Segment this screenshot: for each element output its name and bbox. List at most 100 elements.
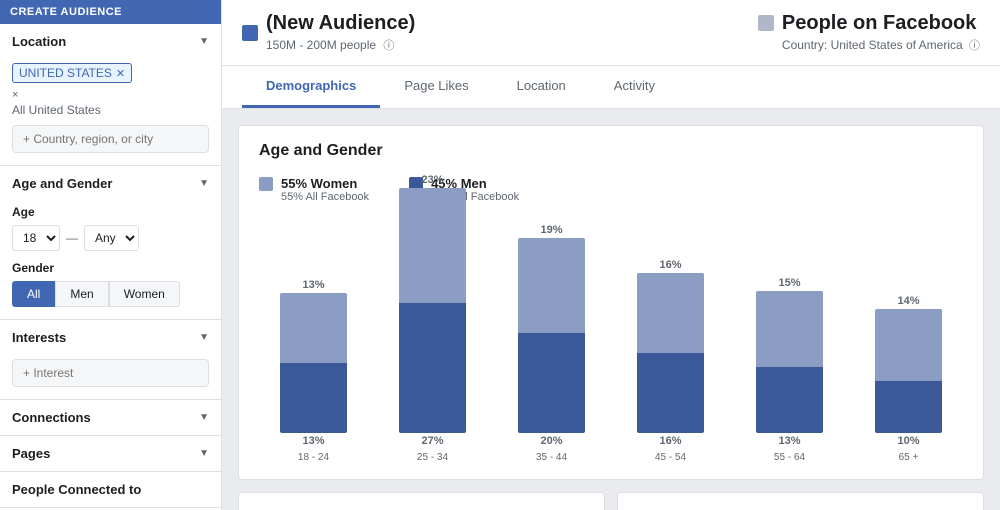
people-sub: Country: United States of America ⓘ [782,37,980,53]
people-title: People on Facebook [782,12,980,35]
chart-legend: 55% Women 55% All Facebook 45% Men 45% A… [259,176,963,203]
x-mark: × [12,89,209,101]
women-bar-2 [518,238,586,333]
main-header: (New Audience) 150M - 200M people ⓘ Peop… [222,0,1000,66]
tab-location[interactable]: Location [493,66,590,108]
men-bar-3 [637,353,705,433]
age-group-1: 23% 27% 25 - 34 [378,174,487,463]
interest-input[interactable] [12,359,209,387]
audience-size-info-icon: ⓘ [383,40,394,52]
sidebar-section-location: Location ▼ UNITED STATES ✕ × All United … [0,24,221,166]
remove-location-icon[interactable]: ✕ [116,67,125,80]
age-group-2: 19%20%35 - 44 [497,224,606,463]
sidebar-section-age-gender: Age and Gender ▼ Age 18 — Any Gender All… [0,166,221,320]
women-pct-2: 19% [540,224,562,236]
age-gender-body: Age 18 — Any Gender All Men Women [0,201,221,319]
location-section-body: UNITED STATES ✕ × All United States [0,59,221,165]
location-tag: UNITED STATES ✕ [12,63,132,83]
gender-all-button[interactable]: All [12,281,55,307]
women-pct-3: 16% [659,259,681,271]
men-pct-0: 13% [302,435,324,447]
pages-chevron-icon: ▼ [199,448,209,459]
men-pct-1: 27% [421,435,443,447]
location-section-header[interactable]: Location ▼ [0,24,221,59]
location-chevron-icon: ▼ [199,36,209,47]
legend-women-pct: 55% Women [281,176,369,191]
tab-activity[interactable]: Activity [590,66,679,108]
audience-name: (New Audience) [266,12,415,35]
interests-body [0,355,221,399]
audience-info: (New Audience) 150M - 200M people ⓘ [242,12,415,53]
age-label-0: 18 - 24 [298,452,329,463]
gender-women-button[interactable]: Women [109,281,180,307]
main-content: (New Audience) 150M - 200M people ⓘ Peop… [222,0,1000,510]
interests-section-header[interactable]: Interests ▼ [0,320,221,355]
interests-label: Interests [12,330,66,345]
tab-page-likes[interactable]: Page Likes [380,66,492,108]
age-label-1: 25 - 34 [417,452,448,463]
age-group-0: 13% 13% 18 - 24 [259,279,368,463]
men-bar-0 [280,363,348,433]
people-connected-label: People Connected to [12,482,141,497]
legend-women: 55% Women 55% All Facebook [259,176,369,203]
education-panel: Education Level [617,492,984,510]
men-bar-4 [756,367,824,433]
women-bar-0 [280,293,348,363]
age-group-5: 14%10%65 + [854,295,963,463]
gender-men-button[interactable]: Men [55,281,108,307]
women-pct-4: 15% [778,277,800,289]
women-bar-5 [875,309,943,381]
age-label-5: 65 + [899,452,919,463]
gender-buttons: All Men Women [12,281,209,307]
pages-label: Pages [12,446,50,461]
women-pct-0: 13% [302,279,324,291]
women-bar-3 [637,273,705,353]
pages-section-header[interactable]: Pages ▼ [0,436,221,471]
age-row: 18 — Any [12,225,209,251]
people-connected-section-header[interactable]: People Connected to [0,472,221,507]
women-pct-5: 14% [897,295,919,307]
men-bar-2 [518,333,586,433]
location-input[interactable] [12,125,209,153]
age-label-3: 45 - 54 [655,452,686,463]
content-area: Age and Gender 55% Women 55% All Faceboo… [222,109,1000,510]
age-gender-panel: Age and Gender 55% Women 55% All Faceboo… [238,125,984,480]
sidebar-section-interests: Interests ▼ [0,320,221,400]
women-pct-1: 23% [421,174,443,186]
age-to-select[interactable]: Any [84,225,139,251]
age-group-4: 15%13%55 - 64 [735,277,844,463]
age-label-2: 35 - 44 [536,452,567,463]
sidebar-section-connections: Connections ▼ [0,400,221,436]
age-label: Age [12,205,209,219]
men-pct-4: 13% [778,435,800,447]
people-on-facebook: People on Facebook Country: United State… [758,12,980,53]
age-from-select[interactable]: 18 [12,225,60,251]
bottom-panels: Relationship Status Education Level [238,492,984,510]
men-bar-5 [875,381,943,433]
sidebar-section-pages: Pages ▼ [0,436,221,472]
age-gender-chevron-icon: ▼ [199,178,209,189]
chart-area: 13%13%18 - 2423%27%25 - 3419%20%35 - 441… [259,223,963,463]
gender-label: Gender [12,261,209,275]
people-info-icon: ⓘ [969,40,980,52]
audience-size: 150M - 200M people ⓘ [266,37,415,53]
age-gender-label: Age and Gender [12,176,112,191]
all-us-text: All United States [12,103,209,117]
legend-women-sub: 55% All Facebook [281,191,369,203]
location-section-label: Location [12,34,66,49]
sidebar: CREATE AUDIENCE Location ▼ UNITED STATES… [0,0,222,510]
connections-chevron-icon: ▼ [199,412,209,423]
age-gender-panel-title: Age and Gender [259,142,963,160]
age-gender-section-header[interactable]: Age and Gender ▼ [0,166,221,201]
age-dash: — [66,231,78,245]
women-bar-1 [399,188,467,303]
tabs-bar: Demographics Page Likes Location Activit… [222,66,1000,109]
connections-label: Connections [12,410,91,425]
people-color-box [758,15,774,31]
relationship-panel: Relationship Status [238,492,605,510]
sidebar-section-people-connected: People Connected to [0,472,221,508]
tab-demographics[interactable]: Demographics [242,66,380,108]
men-pct-3: 16% [659,435,681,447]
connections-section-header[interactable]: Connections ▼ [0,400,221,435]
age-group-3: 16% 16% 45 - 54 [616,259,725,463]
